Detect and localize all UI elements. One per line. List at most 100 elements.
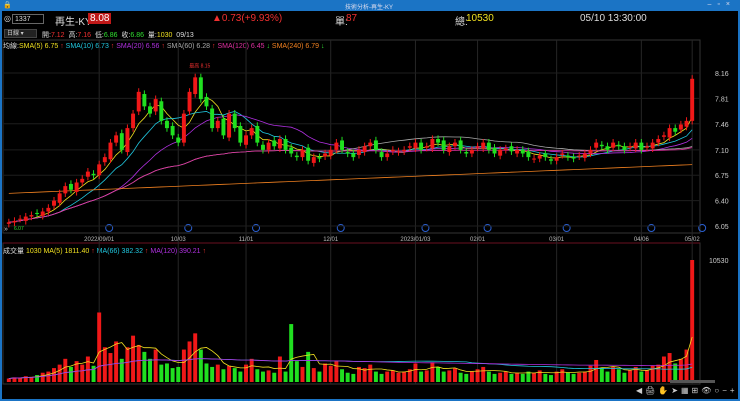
candle [645, 146, 649, 148]
candle [283, 138, 288, 150]
toolbar-button[interactable]: 🖨 [645, 386, 658, 395]
candle [114, 135, 119, 143]
toolbar-button[interactable]: ▦ [681, 386, 692, 395]
toolbar-button[interactable]: 👁 [701, 386, 714, 395]
volume-bar [108, 353, 113, 382]
volume-bar [170, 368, 175, 382]
x-tick-label: 05/02 [685, 237, 701, 243]
volume-bar [119, 358, 124, 382]
volume-bar [690, 260, 695, 382]
price-tick-label: 6.05 [715, 224, 729, 231]
volume-bar [306, 351, 311, 382]
volume-bar [424, 370, 429, 382]
candle [543, 153, 548, 158]
volume-bar [238, 371, 243, 382]
candle [119, 133, 124, 150]
x-tick-label: 2022/09/01 [84, 237, 115, 243]
volume-bar [260, 371, 265, 382]
volume-bar [340, 369, 345, 382]
candle [413, 142, 418, 149]
candle [650, 142, 655, 149]
candle [198, 77, 203, 100]
volume-bar [594, 359, 599, 382]
toolbar-button[interactable]: ◀ [636, 386, 645, 395]
volume-bar [148, 358, 152, 382]
volume-bar [509, 373, 514, 382]
candle [68, 183, 73, 190]
candle [447, 146, 452, 153]
candle [515, 149, 520, 154]
volume-bar [390, 370, 395, 382]
candle [419, 142, 424, 150]
price-tick-label: 6.75 [715, 173, 729, 180]
candle [684, 120, 689, 127]
volume-bar [611, 366, 616, 382]
high-annotation: 最高 8.15 [189, 62, 210, 69]
volume-bar [255, 369, 260, 382]
candle [300, 149, 305, 158]
candle [549, 159, 553, 161]
candle [136, 91, 141, 112]
candle [486, 142, 491, 150]
volume-bar [176, 366, 181, 382]
candle [594, 142, 599, 148]
volume-bar [441, 371, 446, 382]
volume-bar [464, 373, 469, 382]
candle [221, 118, 226, 136]
candle [227, 113, 232, 138]
candle [176, 137, 181, 143]
volume-bar [402, 371, 407, 382]
volume-bar [532, 372, 537, 382]
volume-bar [40, 372, 45, 382]
candle [351, 153, 356, 158]
chart-toolbar[interactable]: ◀🖨✋➤▦⊞👁○−+ [636, 386, 738, 395]
volume-bar [396, 372, 401, 382]
toolbar-button[interactable]: ➤ [671, 386, 681, 395]
toolbar-button[interactable]: + [730, 386, 738, 395]
toolbar-button[interactable]: − [722, 386, 730, 395]
volume-bar [80, 364, 85, 382]
volume-bar [453, 368, 457, 382]
candle [255, 125, 260, 143]
candle [424, 146, 429, 148]
candle [260, 144, 265, 150]
volume-bar [436, 366, 441, 382]
candle [509, 146, 514, 152]
x-tick-label: 2023/01/03 [400, 237, 431, 243]
candle [560, 153, 565, 155]
volume-bar [210, 366, 215, 382]
volume-bar [379, 373, 384, 382]
candle [187, 91, 192, 112]
volume-bar [413, 363, 418, 382]
candle [599, 144, 604, 147]
candle [577, 155, 582, 157]
price-tick-label: 7.46 [715, 122, 729, 129]
volume-bar [68, 366, 73, 382]
candle [362, 146, 367, 153]
candle [385, 153, 390, 158]
toolbar-button[interactable]: ⊞ [692, 386, 702, 395]
candle [57, 193, 62, 203]
volume-bar [622, 372, 627, 382]
candle [289, 147, 294, 154]
candle [159, 101, 164, 121]
toolbar-button[interactable]: ✋ [658, 386, 671, 395]
volume-bar [249, 358, 254, 382]
candle [373, 140, 378, 150]
candle [639, 142, 644, 150]
candle [407, 146, 412, 148]
candle [571, 157, 576, 159]
candle [565, 155, 570, 158]
volume-bar [520, 373, 525, 382]
ma-line-240 [8, 164, 693, 194]
candle [469, 149, 474, 154]
volume-bar [6, 378, 11, 382]
candle [588, 149, 593, 154]
candlestick-chart[interactable]: 2022/09/01 10/03 11/01 12/01 2023/01/03 02/01… [0, 0, 740, 401]
volume-bar [334, 361, 339, 382]
price-tick-label: 8.16 [715, 71, 729, 78]
candle [661, 135, 666, 137]
x-tick-label: 11/01 [239, 237, 254, 243]
candle [475, 146, 480, 148]
volume-bar [577, 372, 582, 382]
